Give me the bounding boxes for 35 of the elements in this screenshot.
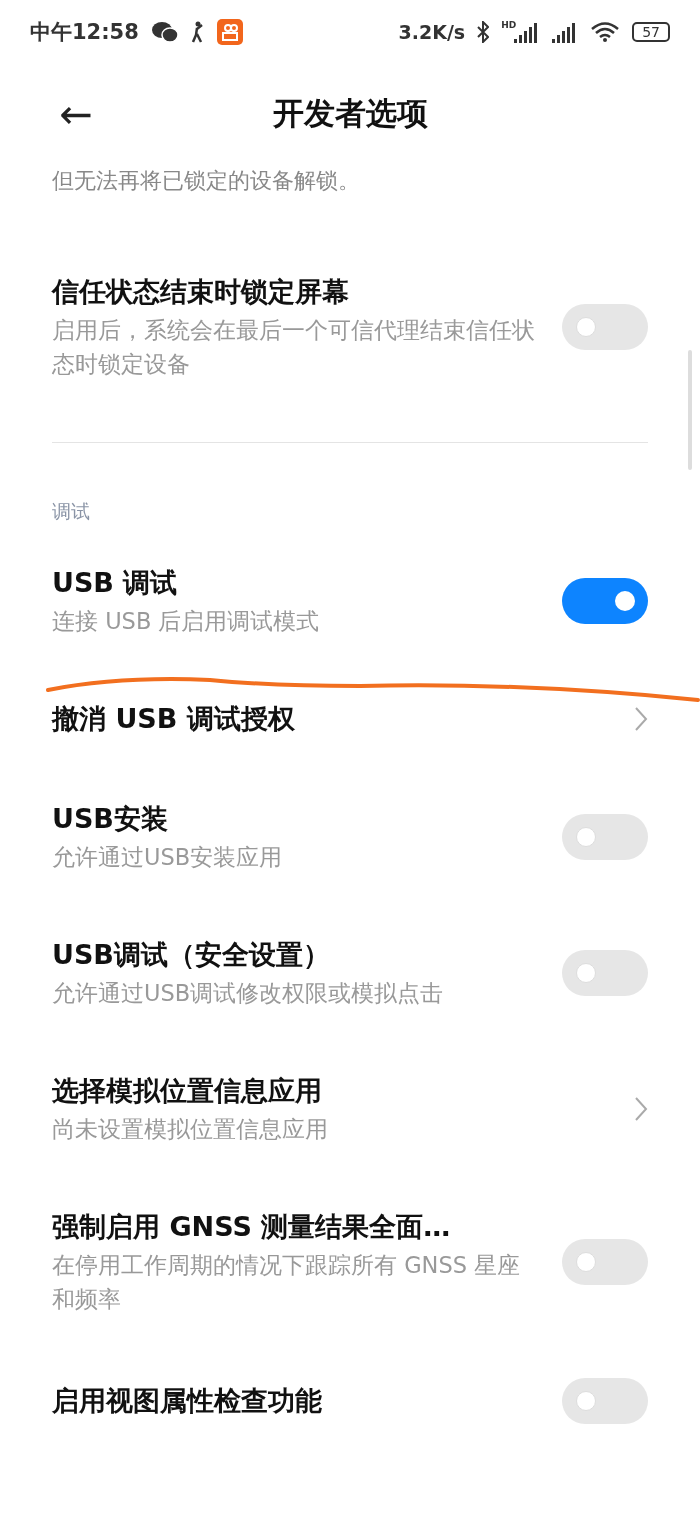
battery-level: 57 xyxy=(632,22,670,42)
page-title: 开发者选项 xyxy=(271,94,429,133)
chevron-right-icon[interactable] xyxy=(634,706,648,732)
setting-description: 允许通过USB调试修改权限或模拟点击 xyxy=(52,979,445,1008)
setting-title[interactable]: USB 调试 xyxy=(52,564,538,602)
toggle-switch[interactable] xyxy=(562,304,648,350)
setting-description: 在停用工作周期的情况下跟踪所有 GNSS 星座和频率 xyxy=(52,1251,522,1314)
setting-title[interactable]: 选择模拟位置信息应用 xyxy=(52,1072,610,1110)
hd-label: HD xyxy=(501,20,517,30)
setting-title[interactable]: 信任状态结束时锁定屏幕 xyxy=(52,273,538,311)
setting-title[interactable]: 启用视图属性检查功能 xyxy=(52,1382,538,1420)
toggle-switch[interactable] xyxy=(562,578,648,624)
chat-bubbles-icon xyxy=(150,20,179,44)
toggle-switch[interactable] xyxy=(562,814,648,860)
setting-description: 允许通过USB安装应用 xyxy=(52,843,284,872)
chevron-right-icon[interactable] xyxy=(634,1096,648,1122)
setting-description: 连接 USB 后启用调试模式 xyxy=(52,607,321,636)
wifi-icon xyxy=(590,21,621,43)
bluetooth-icon xyxy=(477,21,490,43)
walking-figure-icon xyxy=(190,20,205,44)
network-speed: 3.2K/s xyxy=(398,21,466,43)
back-button[interactable]: ← xyxy=(54,92,98,136)
setting-description: 启用后，系统会在最后一个可信代理结束信任状态时锁定设备 xyxy=(52,316,536,379)
status-time: 中午12:58 xyxy=(30,19,139,46)
section-header: 调试 xyxy=(52,499,91,524)
toggle-switch[interactable] xyxy=(562,950,648,996)
setting-description: 但无法再将已锁定的设备解锁。 xyxy=(52,167,361,195)
setting-title[interactable]: 强制启用 GNSS 测量结果全面… xyxy=(52,1208,538,1246)
app-notification-icon xyxy=(216,19,243,45)
toggle-switch[interactable] xyxy=(562,1239,648,1285)
toggle-switch[interactable] xyxy=(562,1378,648,1424)
setting-description: 尚未设置模拟位置信息应用 xyxy=(52,1115,329,1144)
setting-title[interactable]: USB调试（安全设置） xyxy=(52,936,538,974)
setting-title[interactable]: USB安装 xyxy=(52,800,538,838)
setting-title[interactable]: 撤消 USB 调试授权 xyxy=(52,700,610,738)
